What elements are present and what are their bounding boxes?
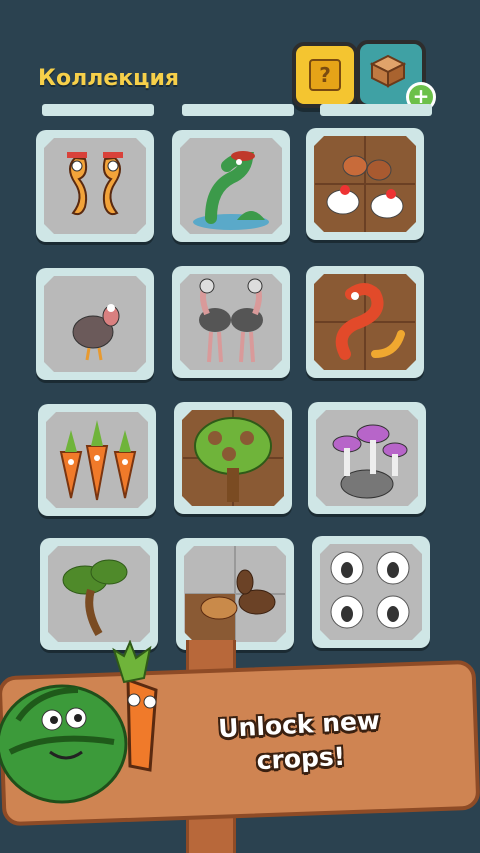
help-button[interactable]: ? — [292, 42, 358, 108]
crate-icon — [369, 54, 407, 88]
ostriches-card[interactable] — [172, 266, 290, 378]
chickens-card[interactable] — [306, 128, 424, 240]
sea-serpent-card[interactable] — [172, 130, 290, 242]
seahorses-icon — [44, 138, 146, 234]
horses-icon — [184, 546, 286, 642]
sheep-card[interactable] — [312, 536, 430, 648]
mushrooms-icon — [316, 410, 418, 506]
turkey-card[interactable] — [36, 268, 154, 380]
sheep-icon — [320, 544, 422, 640]
bonsai-card[interactable] — [40, 538, 158, 650]
previous-row-edge — [42, 104, 432, 116]
page-title: Коллекция — [38, 66, 180, 91]
turkey-icon — [44, 276, 146, 372]
carrots-card[interactable] — [38, 404, 156, 516]
tree-icon — [182, 410, 284, 506]
mushrooms-card[interactable] — [308, 402, 426, 514]
carrots-icon — [46, 412, 148, 508]
tree-card[interactable] — [174, 402, 292, 514]
question-icon: ? — [309, 59, 341, 91]
bonsai-icon — [48, 546, 150, 642]
dragon-icon — [314, 274, 416, 370]
unlock-crops-message: Unlock new crops! — [188, 702, 411, 781]
sea-serpent-icon — [180, 138, 282, 234]
watermelon-carrot-mascots — [0, 640, 158, 804]
chickens-icon — [314, 136, 416, 232]
add-crate-button[interactable]: + — [356, 40, 436, 112]
seahorses-card[interactable] — [36, 130, 154, 242]
dragon-card[interactable] — [306, 266, 424, 378]
horses-card[interactable] — [176, 538, 294, 650]
ostriches-icon — [180, 274, 282, 370]
